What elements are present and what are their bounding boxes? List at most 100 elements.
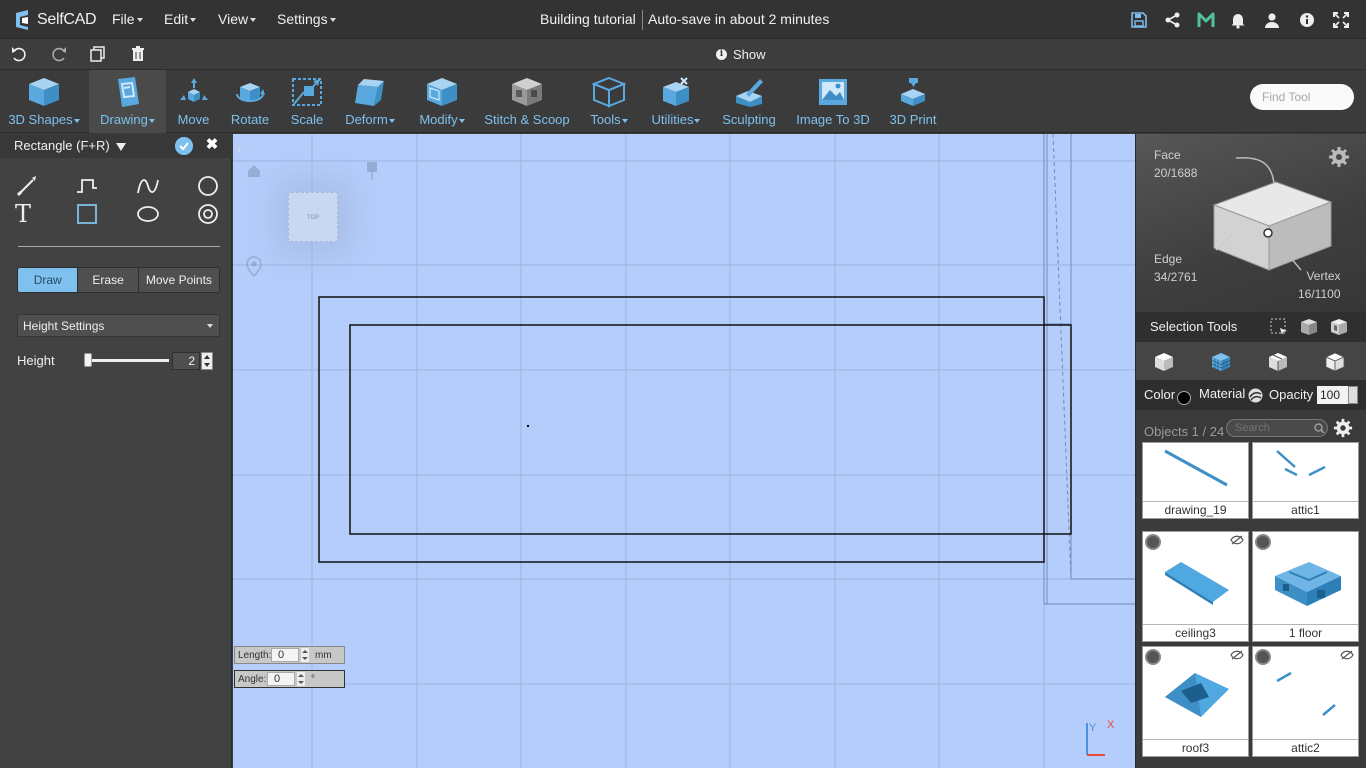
user-account-icon[interactable]	[1263, 11, 1281, 29]
tool-tools[interactable]: Tools	[582, 70, 636, 133]
object-select-radio[interactable]	[1145, 649, 1161, 665]
rectangle-icon[interactable]	[75, 202, 99, 226]
opacity-stepper[interactable]	[1348, 386, 1358, 404]
show-button[interactable]: i Show	[716, 47, 766, 62]
undo-icon[interactable]	[10, 45, 28, 63]
edge-label: Edge	[1154, 252, 1183, 266]
height-settings-dropdown[interactable]: Height Settings	[17, 314, 220, 337]
menu-settings[interactable]: Settings	[277, 11, 336, 27]
hidden-eye-icon[interactable]	[1340, 650, 1354, 660]
move-points-mode-button[interactable]: Move Points	[138, 268, 219, 292]
edge-counter: Edge 34/2761	[1154, 250, 1197, 286]
angle-input[interactable]: 0	[267, 672, 295, 686]
tool-utilities-label: Utilities	[651, 112, 694, 127]
project-title[interactable]: Building tutorial	[540, 11, 636, 27]
cube-icon	[29, 78, 59, 106]
object-card-ceiling3[interactable]: ceiling3	[1142, 531, 1249, 642]
object-card-drawing-19[interactable]: drawing_19	[1142, 442, 1249, 519]
close-panel-icon[interactable]: ✖	[204, 137, 220, 153]
object-select-radio[interactable]	[1255, 649, 1271, 665]
opacity-input[interactable]: 100	[1317, 386, 1348, 404]
selfcad-logo[interactable]: SelfCAD	[14, 8, 97, 32]
location-pin-icon[interactable]	[246, 256, 262, 278]
object-card-1-floor[interactable]: 1 floor	[1252, 531, 1359, 642]
share-icon[interactable]	[1164, 11, 1182, 29]
object-card-roof3[interactable]: roof3	[1142, 646, 1249, 757]
text-tool-icon[interactable]: T	[15, 202, 39, 226]
tool-modify[interactable]: Modify	[410, 70, 474, 133]
title-separator	[642, 10, 643, 30]
length-stepper[interactable]	[301, 648, 309, 662]
erase-mode-button[interactable]: Erase	[78, 268, 139, 292]
view-cube[interactable]: TOP	[288, 192, 338, 242]
height-value-input[interactable]: 2	[172, 352, 200, 370]
box-select-icon[interactable]	[1270, 318, 1288, 336]
tool-utilities[interactable]: Utilities	[646, 70, 706, 133]
object-select-cube-icon[interactable]	[1153, 351, 1175, 373]
hidden-eye-icon[interactable]	[1230, 535, 1244, 545]
objects-settings-gear-icon[interactable]	[1333, 418, 1353, 438]
rotate-icon	[236, 83, 265, 102]
draw-mode-button[interactable]: Draw	[18, 268, 79, 292]
delete-trash-icon[interactable]	[129, 45, 147, 63]
select-visible-icon[interactable]	[1329, 317, 1349, 337]
tool-move[interactable]: Move	[167, 70, 220, 133]
objects-count: Objects 1 / 24	[1144, 424, 1225, 439]
ellipse-icon[interactable]	[136, 202, 160, 226]
material-sphere-icon[interactable]	[1248, 388, 1263, 403]
tool-image-to-3d[interactable]: Image To 3D	[795, 70, 871, 133]
fullscreen-icon[interactable]	[1332, 11, 1350, 29]
circle-icon[interactable]	[196, 174, 220, 198]
select-through-icon[interactable]	[1299, 317, 1319, 337]
tool-3d-shapes[interactable]: 3D Shapes	[0, 70, 88, 133]
m-app-icon[interactable]	[1197, 11, 1215, 29]
menu-view[interactable]: View	[218, 11, 257, 27]
opacity-label: Opacity	[1269, 387, 1314, 402]
color-swatch[interactable]	[1177, 391, 1191, 405]
brush-freehand-icon[interactable]	[15, 174, 39, 198]
tool-sculpting[interactable]: Sculpting	[720, 70, 778, 133]
angle-stepper[interactable]	[297, 672, 305, 686]
height-slider-thumb[interactable]	[84, 353, 92, 367]
object-select-radio[interactable]	[1255, 534, 1271, 550]
ring-icon[interactable]	[196, 202, 220, 226]
edge-select-icon[interactable]	[1267, 351, 1289, 373]
copy-icon[interactable]	[89, 45, 107, 63]
object-select-radio[interactable]	[1145, 534, 1161, 550]
polyline-icon[interactable]	[75, 174, 99, 198]
object-card-attic2[interactable]: attic2	[1252, 646, 1359, 757]
vertex-select-icon[interactable]	[1324, 351, 1346, 373]
angle-row: Angle: 0 °	[234, 670, 345, 688]
panel-title[interactable]: Rectangle (F+R)	[14, 138, 126, 153]
tool-3d-print[interactable]: 3D Print	[886, 70, 940, 133]
redo-icon[interactable]	[50, 45, 68, 63]
collapse-panel-chevron-icon[interactable]: ‹	[232, 138, 246, 158]
menu-file[interactable]: File	[112, 11, 143, 27]
length-input[interactable]: 0	[271, 648, 299, 662]
dimension-inputs: Length: 0 mm Angle: 0 °	[234, 646, 345, 694]
height-stepper[interactable]	[201, 352, 213, 370]
tool-rotate[interactable]: Rotate	[222, 70, 278, 133]
objects-search-input[interactable]	[1226, 419, 1328, 437]
hidden-eye-icon[interactable]	[1230, 650, 1244, 660]
face-select-mesh-icon[interactable]	[1210, 351, 1232, 373]
save-icon[interactable]	[1130, 11, 1148, 29]
tool-deform[interactable]: Deform	[338, 70, 402, 133]
3d-printer-icon	[901, 78, 925, 106]
tool-stitch-scoop[interactable]: Stitch & Scoop	[483, 70, 571, 133]
home-view-icon[interactable]	[247, 164, 261, 178]
menu-bar: SelfCAD File Edit View Settings Building…	[0, 0, 1366, 39]
curve-icon[interactable]	[136, 174, 160, 198]
height-slider-track[interactable]	[87, 359, 169, 362]
object-card-attic1[interactable]: attic1	[1252, 442, 1359, 519]
menu-edit[interactable]: Edit	[164, 11, 197, 27]
3d-viewport[interactable]: TOP Length: 0 mm Angle: 0 ° X Y	[233, 134, 1135, 768]
axis-x-label: X	[1107, 719, 1115, 731]
tool-drawing[interactable]: Drawing	[89, 70, 166, 133]
confirm-check-icon[interactable]	[175, 137, 193, 155]
notifications-bell-icon[interactable]	[1229, 11, 1247, 29]
help-info-icon[interactable]	[1298, 11, 1316, 29]
tool-scale[interactable]: Scale	[280, 70, 334, 133]
find-tool-input[interactable]	[1250, 84, 1354, 110]
camera-pin-icon[interactable]	[365, 160, 379, 182]
